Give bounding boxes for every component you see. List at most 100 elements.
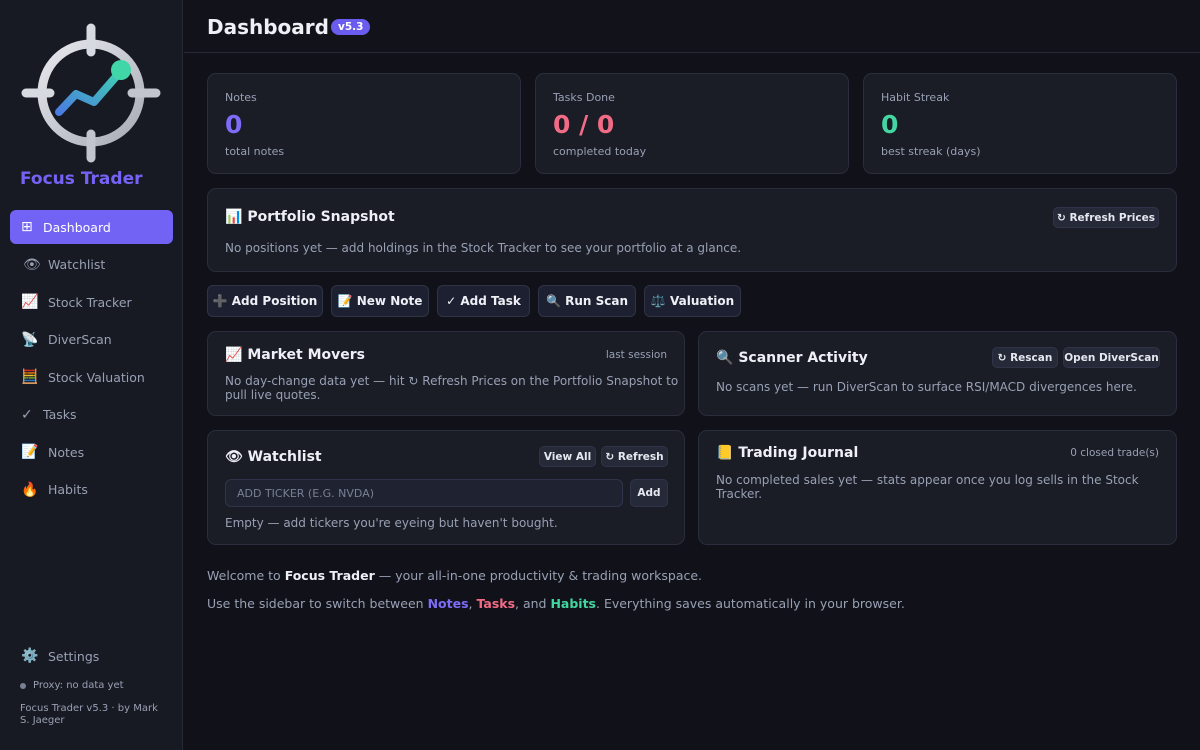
sidebar-item-label: DiverScan [48, 332, 112, 347]
sidebar-item-tasks[interactable]: ✓ Tasks [10, 398, 173, 432]
add-ticker-button[interactable]: Add [630, 479, 668, 507]
market-movers-card: 📈 Market Movers last session No day-chan… [207, 331, 685, 416]
magnifier-icon: 🔍 [716, 350, 734, 366]
new-note-button[interactable]: 📝 New Note [331, 285, 429, 317]
market-movers-title: 📈 Market Movers [225, 347, 365, 363]
watchlist-refresh-button[interactable]: ↻ Refresh [601, 446, 668, 467]
scanner-title: 🔍 Scanner Activity [716, 350, 868, 366]
app-credits: Focus Trader v5.3 · by Mark S. Jaeger [20, 703, 158, 726]
add-position-button[interactable]: ➕ Add Position [207, 285, 323, 317]
watchlist-card: 👁 Watchlist View All ↻ Refresh Add Empty… [207, 430, 685, 545]
hint-prefix: Use the sidebar to switch between [207, 596, 428, 611]
sidebar-item-habits[interactable]: 🔥 Habits [10, 473, 173, 507]
sidebar-hint-text: Use the sidebar to switch between Notes,… [207, 596, 905, 611]
sidebar-item-label: Stock Tracker [48, 294, 132, 310]
chart-up-icon: 📈 [225, 347, 243, 363]
bar-chart-icon: 📊 [225, 209, 243, 225]
watchlist-title-text: Watchlist [247, 449, 322, 465]
sidebar-item-label: Habits [48, 482, 88, 497]
checkmark-icon: ✓ [21, 406, 33, 423]
sidebar-item-stock-tracker[interactable]: 📈 Stock Tracker [10, 285, 173, 319]
ledger-icon: 📒 [716, 445, 734, 461]
stat-sub: total notes [225, 145, 285, 158]
sidebar-item-diverscan[interactable]: 📡 DiverScan [10, 323, 173, 357]
refresh-prices-button[interactable]: ↻ Refresh Prices [1053, 207, 1159, 228]
sidebar-item-settings[interactable]: ⚙️ Settings [21, 648, 99, 664]
welcome-prefix: Welcome to [207, 568, 285, 583]
sidebar-item-label: Notes [48, 444, 85, 460]
fire-icon: 🔥 [21, 481, 39, 498]
watchlist-title: 👁 Watchlist [225, 449, 322, 465]
stat-label: Notes [225, 91, 257, 104]
sidebar-nav: ⊞ Dashboard 👁 Watchlist 📈 Stock Tracker … [10, 210, 173, 510]
stat-sub: best streak (days) [881, 145, 981, 158]
portfolio-snapshot-card: 📊 Portfolio Snapshot ↻ Refresh Prices No… [207, 188, 1177, 272]
scanner-activity-card: 🔍 Scanner Activity ↻ Rescan Open DiverSc… [698, 331, 1177, 416]
notes-stat-card: Notes 0 total notes [207, 73, 521, 174]
proxy-status: Proxy: no data yet [20, 680, 124, 691]
hint-and: , and [515, 596, 551, 611]
hint-tasks: Tasks [476, 596, 516, 611]
sidebar-item-dashboard[interactable]: ⊞ Dashboard [10, 210, 173, 244]
sidebar-item-label: Tasks [43, 407, 77, 422]
brand-name: Focus Trader [20, 169, 143, 189]
add-task-button[interactable]: ✓ Add Task [437, 285, 530, 317]
market-movers-text-line1: No day-change data yet — hit ↻ Refresh P… [225, 374, 679, 388]
closed-trades-count: 0 closed trade(s) [1070, 447, 1159, 459]
satellite-icon: 📡 [21, 331, 39, 348]
market-movers-note: last session [605, 349, 667, 361]
scanner-title-text: Scanner Activity [738, 350, 868, 366]
stat-label: Tasks Done [553, 91, 615, 104]
page-title: Dashboard [207, 15, 329, 39]
status-dot-icon [20, 682, 26, 689]
welcome-brand: Focus Trader [284, 568, 375, 583]
portfolio-title-text: Portfolio Snapshot [247, 209, 395, 225]
sidebar-item-stock-valuation[interactable]: 🧮 Stock Valuation [10, 360, 173, 394]
view-all-button[interactable]: View All [539, 446, 596, 467]
chart-up-icon: 📈 [21, 294, 39, 310]
sidebar-item-label: Settings [48, 648, 100, 664]
market-movers-text-line2: pull live quotes. [225, 388, 321, 402]
journal-text-line2: Tracker. [716, 487, 763, 501]
sidebar-item-label: Stock Valuation [48, 369, 145, 385]
sidebar-item-watchlist[interactable]: 👁 Watchlist [10, 248, 173, 282]
gear-icon: ⚙️ [21, 648, 39, 664]
eye-icon: 👁 [23, 256, 41, 273]
market-movers-title-text: Market Movers [247, 347, 365, 363]
sidebar-item-label: Dashboard [43, 219, 111, 235]
hint-habits: Habits [550, 596, 596, 611]
sidebar-item-label: Watchlist [48, 257, 106, 272]
trading-journal-card: 📒 Trading Journal 0 closed trade(s) No c… [698, 430, 1177, 545]
notes-count: 0 [225, 110, 243, 139]
watchlist-empty-text: Empty — add tickers you're eyeing but ha… [225, 516, 558, 530]
abacus-icon: 🧮 [21, 369, 39, 385]
scanner-empty-text: No scans yet — run DiverScan to surface … [716, 380, 1137, 394]
sidebar-item-notes[interactable]: 📝 Notes [10, 435, 173, 469]
logo-crosshair-icon [20, 22, 162, 164]
valuation-button[interactable]: ⚖️ Valuation [644, 285, 741, 317]
portfolio-empty-text: No positions yet — add holdings in the S… [225, 241, 742, 255]
stat-sub: completed today [553, 145, 647, 158]
add-ticker-input[interactable] [225, 479, 623, 507]
habit-streak-count: 0 [881, 110, 899, 139]
rescan-button[interactable]: ↻ Rescan [992, 347, 1058, 368]
journal-title: 📒 Trading Journal [716, 445, 858, 461]
hint-suffix: . Everything saves automatically in your… [596, 596, 905, 611]
portfolio-title: 📊 Portfolio Snapshot [225, 209, 395, 225]
sidebar: Focus Trader ⊞ Dashboard 👁 Watchlist 📈 S… [0, 0, 183, 750]
tasks-stat-card: Tasks Done 0 / 0 completed today [535, 73, 849, 174]
page-header: Dashboard v5.3 [184, 0, 1200, 53]
stat-label: Habit Streak [881, 91, 950, 104]
journal-title-text: Trading Journal [738, 445, 859, 461]
welcome-suffix: — your all-in-one productivity & trading… [374, 568, 703, 583]
memo-icon: 📝 [21, 444, 39, 460]
proxy-status-text: Proxy: no data yet [33, 680, 124, 691]
tasks-count: 0 / 0 [553, 110, 615, 139]
welcome-text: Welcome to Focus Trader — your all-in-on… [207, 568, 702, 583]
hint-notes: Notes [427, 596, 469, 611]
open-diverscan-button[interactable]: Open DiverScan [1063, 347, 1160, 368]
version-badge: v5.3 [331, 19, 371, 35]
eye-icon: 👁 [225, 449, 243, 465]
journal-text-line1: No completed sales yet — stats appear on… [716, 473, 1139, 487]
run-scan-button[interactable]: 🔍 Run Scan [538, 285, 636, 317]
